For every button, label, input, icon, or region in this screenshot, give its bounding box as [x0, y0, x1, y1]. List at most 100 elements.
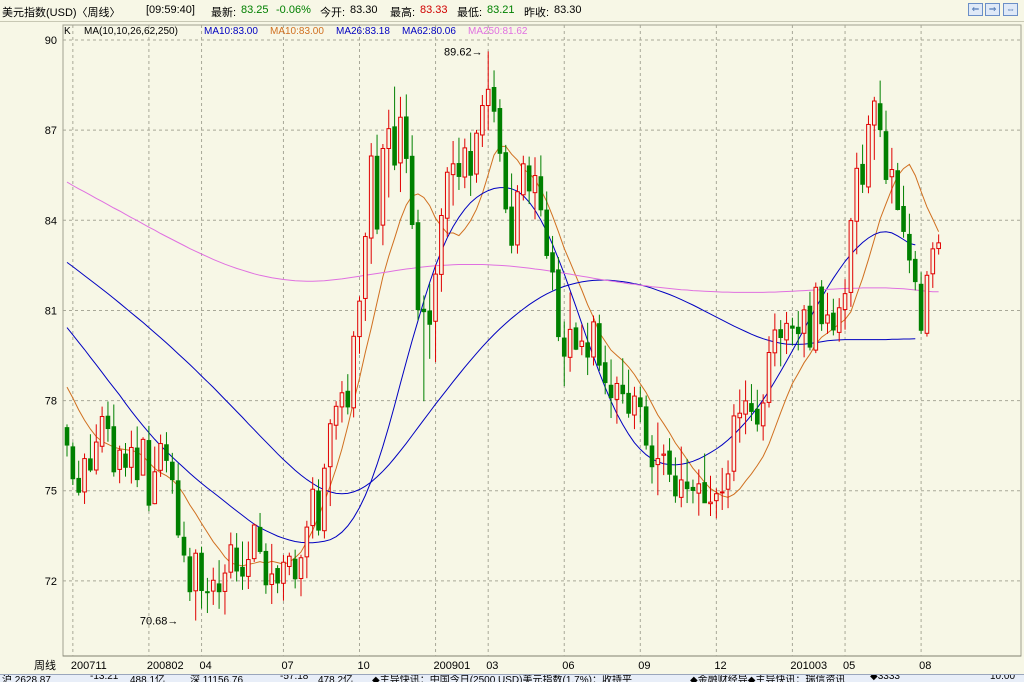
candle-body-up [304, 526, 310, 558]
kline-chart[interactable]: 89.62→ 70.68→ 72 75 78 81 84 87 90 周线 200711 20080… [0, 21, 1024, 674]
candle-body-up [485, 88, 491, 107]
candle-body-down [638, 397, 643, 408]
y-tick-label: 90 [45, 35, 57, 47]
candle-body-up [521, 163, 526, 196]
candle-body-up [474, 132, 479, 175]
candle-body-down [216, 583, 222, 593]
candle-body-up [930, 248, 936, 275]
candle-body-down [550, 252, 555, 273]
candle [251, 523, 257, 562]
change-percent: -0.06% [276, 4, 311, 16]
candle-body-up [532, 175, 538, 194]
y-tick-label: 84 [45, 215, 57, 227]
candle-body-up [760, 402, 766, 427]
candle-body-down [690, 486, 696, 491]
candle-body-up [117, 449, 122, 470]
candle-body-down [620, 384, 626, 395]
legend-ma62: MA62:80.06 [402, 26, 456, 37]
x-tick-label: 08 [919, 660, 931, 672]
prev-close-value: 83.30 [554, 4, 582, 16]
legend-ma10-a: MA10:83.00 [204, 26, 258, 37]
candle-body-down [234, 547, 239, 572]
candle-body-down [538, 176, 544, 211]
candle-body-down [123, 453, 128, 468]
candle-body-down [778, 329, 784, 338]
candle-body-down [134, 447, 140, 481]
candle-body-down [673, 475, 678, 497]
candle-body-down [456, 163, 462, 177]
candle-body-up [368, 155, 374, 239]
legend-ma26: MA26:83.18 [336, 26, 390, 37]
candle-body-up [310, 488, 315, 527]
y-tick-label: 72 [45, 576, 57, 588]
candle-body-up [854, 167, 860, 222]
candle-body-up [158, 443, 163, 471]
zoom-button[interactable]: ⇔ [1003, 3, 1018, 16]
plot-area [62, 24, 1022, 657]
candle-body-up [99, 416, 105, 447]
candle-body-up [380, 147, 386, 226]
candle-body-up [655, 458, 661, 466]
candle-body-up [129, 446, 134, 468]
candle-body-down [585, 342, 590, 358]
y-tick-label: 75 [45, 486, 57, 498]
candle-body-up [579, 340, 585, 348]
candle-body-up [567, 328, 573, 358]
x-tick-label: 04 [200, 660, 212, 672]
candle-body-up [480, 105, 485, 136]
candle-body-down [626, 392, 631, 414]
candle-body-up [591, 321, 596, 358]
candle-body-down [819, 286, 824, 325]
candle-body-down [111, 426, 117, 473]
candle-body-up [386, 128, 392, 149]
candle-body-up [357, 300, 362, 338]
candle-body-down [509, 206, 514, 246]
scroll-right-button[interactable]: ⇒ [985, 3, 1000, 16]
candle-body-down [918, 283, 924, 331]
candle-body-down [64, 427, 70, 446]
candle-body-up [936, 242, 941, 250]
latest-label: 最新: [211, 7, 237, 19]
candle-body-down [608, 384, 614, 399]
candle-body-up [298, 557, 304, 579]
chart-window: 美元指数(USD)〈周线〉 [09:59:40] 最新: 83.25 -0.06… [0, 0, 1024, 682]
candle-body-down [427, 310, 432, 325]
candle-body-up [614, 382, 620, 400]
candle-body-up [398, 116, 403, 164]
candle-body-down [573, 327, 579, 350]
legend-params: MA(10,10,26,62,250) [84, 26, 178, 37]
candle-body-down [70, 446, 76, 480]
high-value: 83.33 [420, 4, 448, 16]
candle-body-up [93, 441, 99, 471]
x-tick-label: 03 [486, 660, 498, 672]
candle-body-up [924, 274, 930, 334]
candle-body-down [749, 403, 754, 412]
candle-body-up [433, 273, 438, 322]
low-label: 最低: [457, 7, 483, 19]
candle-body-up [287, 555, 292, 567]
candle [415, 209, 421, 321]
x-tick-label: 05 [843, 660, 855, 672]
candle-body-down [684, 481, 690, 490]
open-value: 83.30 [350, 4, 378, 16]
high-annotation: 89.62→ [444, 46, 483, 58]
latest-value: 83.25 [241, 4, 269, 16]
candle-body-up [632, 395, 637, 416]
candle-body-down [912, 258, 918, 283]
quote-header: 美元指数(USD)〈周线〉 [09:59:40] 最新: 83.25 -0.06… [0, 0, 1024, 22]
candle-body-up [743, 400, 748, 415]
candle-body-down [907, 233, 912, 261]
x-tick-label: 200901 [434, 660, 471, 672]
candle-body-down [164, 444, 169, 461]
candle-body-up [269, 573, 275, 585]
scroll-left-button[interactable]: ⇐ [968, 3, 983, 16]
candle-body-down [146, 440, 152, 506]
x-tick-label: 07 [281, 660, 293, 672]
y-tick-label: 81 [45, 305, 57, 317]
candle-body-down [345, 390, 351, 408]
candle-body-down [597, 323, 602, 366]
candle-body-down [240, 566, 245, 577]
candle-body-up [708, 501, 713, 505]
candle-body-up [825, 314, 830, 324]
candle-body-down [404, 116, 409, 159]
